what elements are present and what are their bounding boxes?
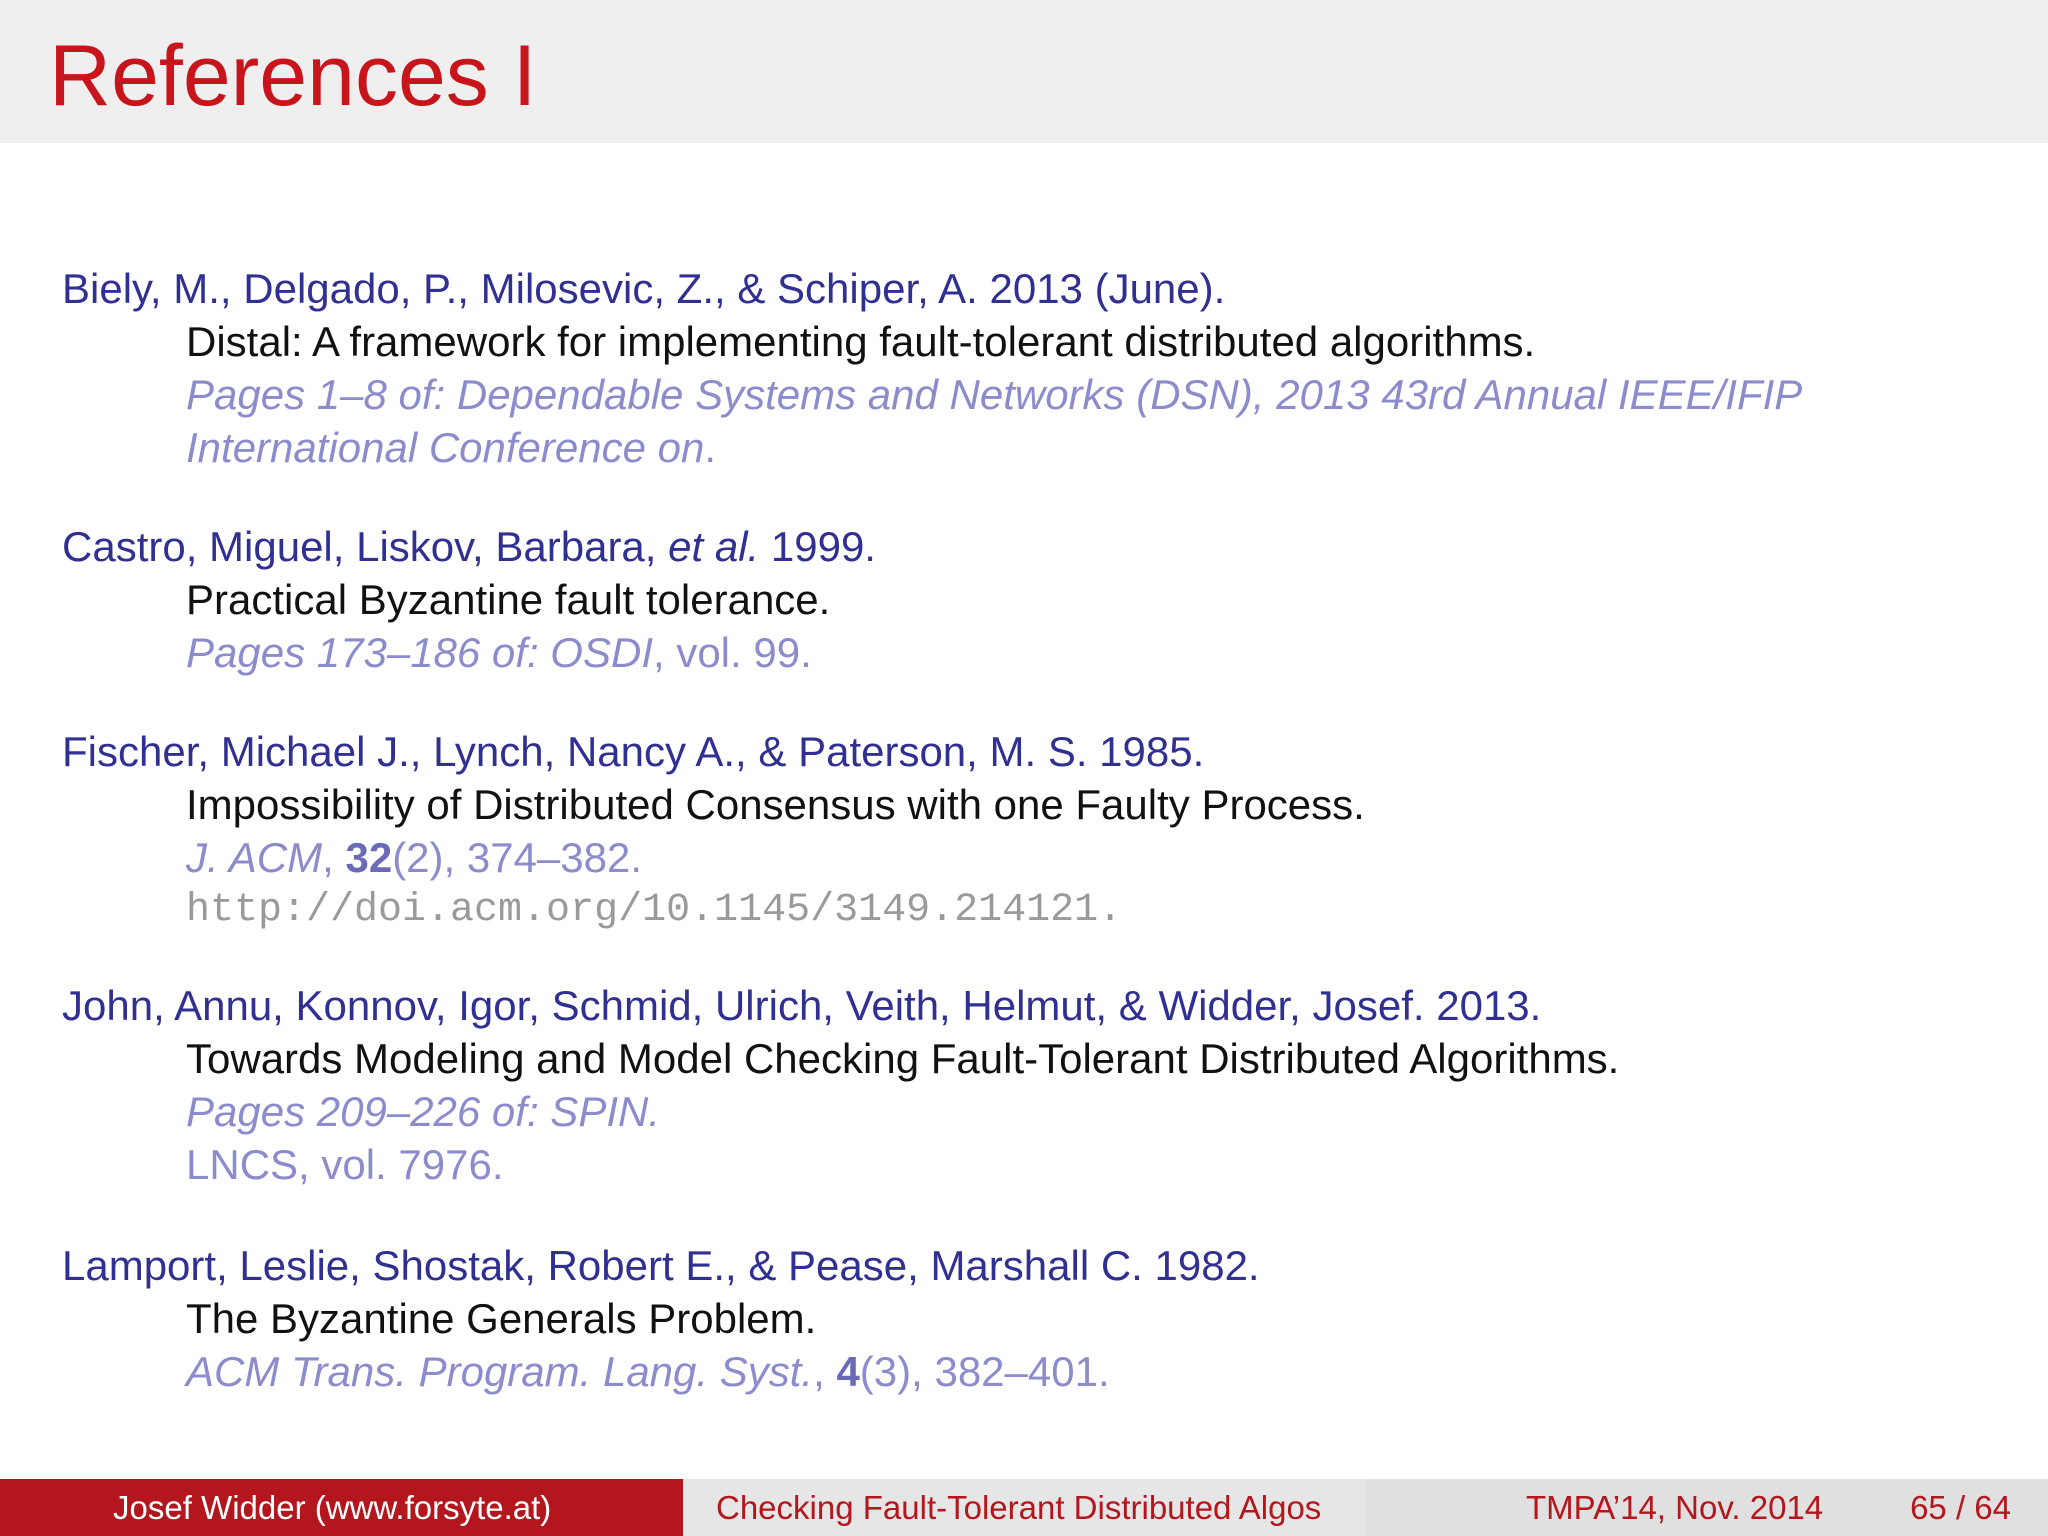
reference-url-link[interactable]: http://doi.acm.org/10.1145/3149.214121. <box>186 884 2002 937</box>
footer-info: TMPA’14, Nov. 2014 65 / 64 <box>1366 1479 2048 1536</box>
reference-pages: (2), 374–382. <box>392 834 643 881</box>
reference-journal: J. ACM <box>186 834 323 881</box>
slide-footer: Josef Widder (www.forsyte.at) Checking F… <box>0 1479 2048 1536</box>
reference-item: Fischer, Michael J., Lynch, Nancy A., & … <box>62 725 2002 937</box>
reference-series-text: LNCS, vol. 7976. <box>186 1141 504 1188</box>
reference-title: Practical Byzantine fault tolerance. <box>186 576 831 623</box>
reference-venue: Pages 173–186 of: OSDI, vol. 99. <box>186 626 2002 679</box>
reference-venue-name: Pages 173–186 of: OSDI <box>186 629 653 676</box>
reference-venue: ACM Trans. Program. Lang. Syst., 4(3), 3… <box>186 1345 2002 1398</box>
reference-authors: Fischer, Michael J., Lynch, Nancy A., & … <box>62 728 1205 775</box>
reference-venue-line: International Conference on <box>186 424 705 471</box>
reference-authors: Lamport, Leslie, Shostak, Robert E., & P… <box>62 1242 1260 1289</box>
footer-talk-title: Checking Fault-Tolerant Distributed Algo… <box>683 1479 1366 1536</box>
reference-authors-names: Castro, Miguel, Liskov, Barbara, <box>62 523 669 570</box>
slide-header: References I <box>0 0 2048 143</box>
reference-journal-separator: , <box>322 834 346 881</box>
reference-authors-etal: et al. <box>668 523 760 570</box>
reference-item: Lamport, Leslie, Shostak, Robert E., & P… <box>62 1239 2002 1398</box>
footer-author: Josef Widder (www.forsyte.at) <box>0 1479 683 1536</box>
reference-venue-continued: International Conference on. <box>186 421 2002 474</box>
reference-venue: Pages 1–8 of: Dependable Systems and Net… <box>186 371 1803 418</box>
footer-event: TMPA’14, Nov. 2014 <box>1526 1489 1824 1526</box>
reference-venue-end: . <box>704 424 717 471</box>
reference-venue-volume: , vol. 99. <box>652 629 812 676</box>
reference-journal: ACM Trans. Program. Lang. Syst. <box>186 1348 814 1395</box>
reference-volume: 32 <box>345 834 393 881</box>
reference-journal-separator: , <box>813 1348 837 1395</box>
slide-title: References I <box>49 28 537 124</box>
reference-item: Castro, Miguel, Liskov, Barbara, et al. … <box>62 520 2002 679</box>
reference-venue: Pages 209–226 of: SPIN. <box>186 1088 660 1135</box>
reference-series: LNCS, vol. 7976. <box>186 1138 2002 1191</box>
reference-authors: Biely, M., Delgado, P., Milosevic, Z., &… <box>62 265 1226 312</box>
reference-item: Biely, M., Delgado, P., Milosevic, Z., &… <box>62 262 2002 474</box>
reference-venue: J. ACM, 32(2), 374–382. <box>186 831 2002 884</box>
reference-title: Towards Modeling and Model Checking Faul… <box>186 1035 1620 1082</box>
reference-title: The Byzantine Generals Problem. <box>186 1295 817 1342</box>
reference-authors-year: 1999. <box>759 523 876 570</box>
reference-title: Impossibility of Distributed Consensus w… <box>186 781 1365 828</box>
reference-title: Distal: A framework for implementing fau… <box>186 318 1536 365</box>
reference-pages: (3), 382–401. <box>859 1348 1110 1395</box>
footer-page-number: 65 / 64 <box>1910 1489 2011 1526</box>
reference-volume: 4 <box>836 1348 860 1395</box>
reference-item: John, Annu, Konnov, Igor, Schmid, Ulrich… <box>62 979 2002 1191</box>
reference-authors: Castro, Miguel, Liskov, Barbara, et al. … <box>62 520 2002 573</box>
reference-authors: John, Annu, Konnov, Igor, Schmid, Ulrich… <box>62 982 1542 1029</box>
references-list: Biely, M., Delgado, P., Milosevic, Z., &… <box>62 262 2002 1444</box>
